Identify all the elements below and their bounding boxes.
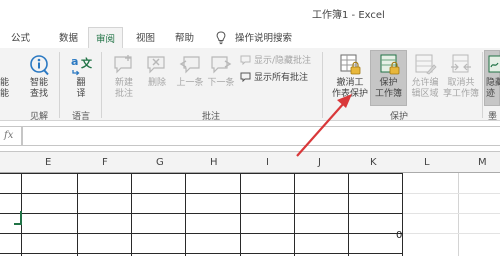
arrow-shaft	[296, 102, 345, 157]
arrow-head	[337, 94, 352, 108]
annotation-arrow	[296, 94, 352, 157]
